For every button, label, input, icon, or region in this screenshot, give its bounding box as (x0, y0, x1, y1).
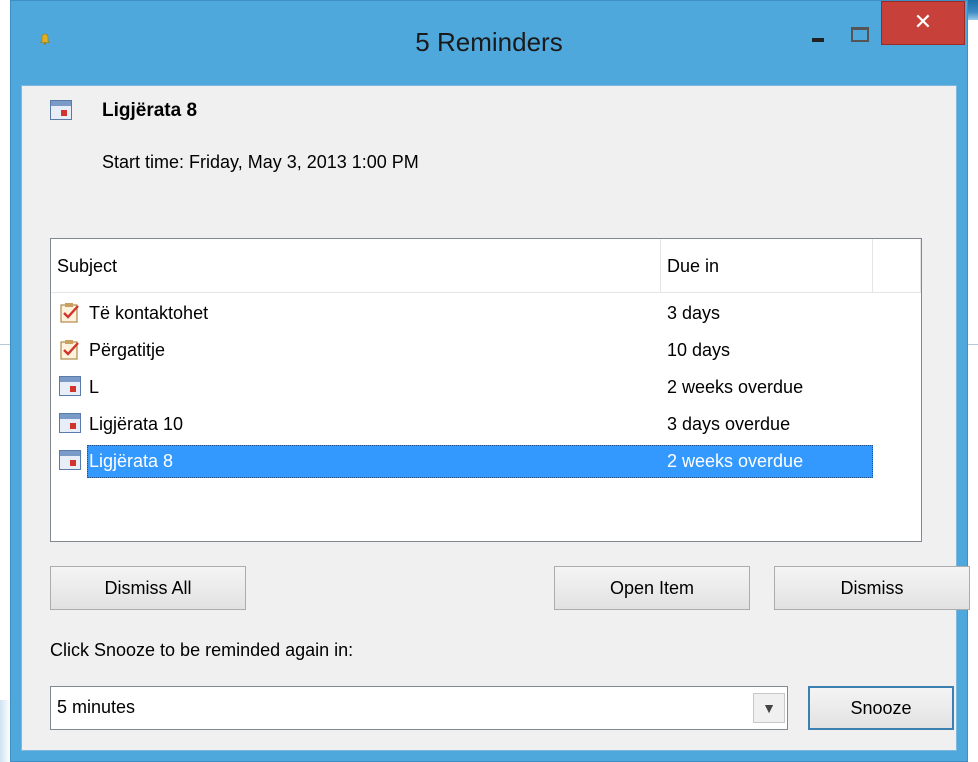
snooze-duration-value: 5 minutes (57, 697, 136, 717)
list-item-subject: Ligjërata 8 (89, 451, 174, 471)
reminders-panel: Ligjërata 8 Start time: Friday, May 3, 2… (21, 85, 970, 751)
snooze-label: Click Snooze to be reminded again in: (50, 640, 354, 660)
list-item[interactable]: L 2 weeks overdue (51, 369, 873, 406)
list-item[interactable]: Të kontaktohet 3 days (51, 295, 873, 332)
list-item-due: 10 days (667, 340, 731, 360)
calendar-icon (50, 100, 72, 120)
list-item-due: 3 days overdue (667, 414, 791, 434)
column-header-subject[interactable]: Subject (51, 239, 661, 293)
snooze-button[interactable]: Snooze (808, 686, 954, 730)
chevron-down-icon[interactable]: ▼ (753, 693, 785, 723)
list-item-due: 3 days (667, 303, 721, 323)
list-item-subject: L (89, 377, 100, 397)
calendar-icon (59, 376, 81, 396)
task-icon (60, 340, 79, 360)
reminders-list[interactable]: Subject Due in Të kontaktohet 3 days Për… (50, 238, 922, 542)
open-item-button[interactable]: Open Item (554, 566, 750, 610)
list-rows: Të kontaktohet 3 days Përgatitje 10 days… (51, 295, 921, 480)
reminder-start-time: Start time: Friday, May 3, 2013 1:00 PM (102, 152, 419, 172)
dismiss-button[interactable]: Dismiss (774, 566, 970, 610)
snooze-duration-select[interactable]: 5 minutes ▼ (50, 686, 788, 730)
desktop-background (0, 700, 10, 762)
minimize-button[interactable] (795, 17, 839, 53)
list-item-subject: Të kontaktohet (89, 303, 209, 323)
list-item-due: 2 weeks overdue (667, 377, 804, 397)
list-header: Subject Due in (51, 239, 921, 293)
list-item[interactable]: Përgatitje 10 days (51, 332, 873, 369)
list-item-selected[interactable]: Ligjërata 8 2 weeks overdue (51, 443, 873, 480)
reminders-window: 5 Reminders ✕ Ligjërata 8 Start time: Fr… (10, 0, 970, 762)
list-item-due: 2 weeks overdue (667, 451, 804, 471)
task-icon (60, 303, 79, 323)
desktop-guide-line (0, 344, 10, 345)
column-header-empty (873, 239, 921, 293)
list-item-subject: Ligjërata 10 (89, 414, 184, 434)
dismiss-all-button[interactable]: Dismiss All (50, 566, 246, 610)
list-item-subject: Përgatitje (89, 340, 166, 360)
list-item[interactable]: Ligjërata 10 3 days overdue (51, 406, 873, 443)
reminder-subject: Ligjërata 8 (102, 100, 198, 121)
desktop-guide-line (968, 344, 978, 345)
close-button[interactable]: ✕ (881, 1, 965, 45)
maximize-button[interactable] (837, 17, 881, 53)
title-bar[interactable]: 5 Reminders ✕ (11, 1, 967, 85)
calendar-icon (59, 413, 81, 433)
column-header-due-in[interactable]: Due in (661, 239, 873, 293)
calendar-icon (59, 450, 81, 470)
